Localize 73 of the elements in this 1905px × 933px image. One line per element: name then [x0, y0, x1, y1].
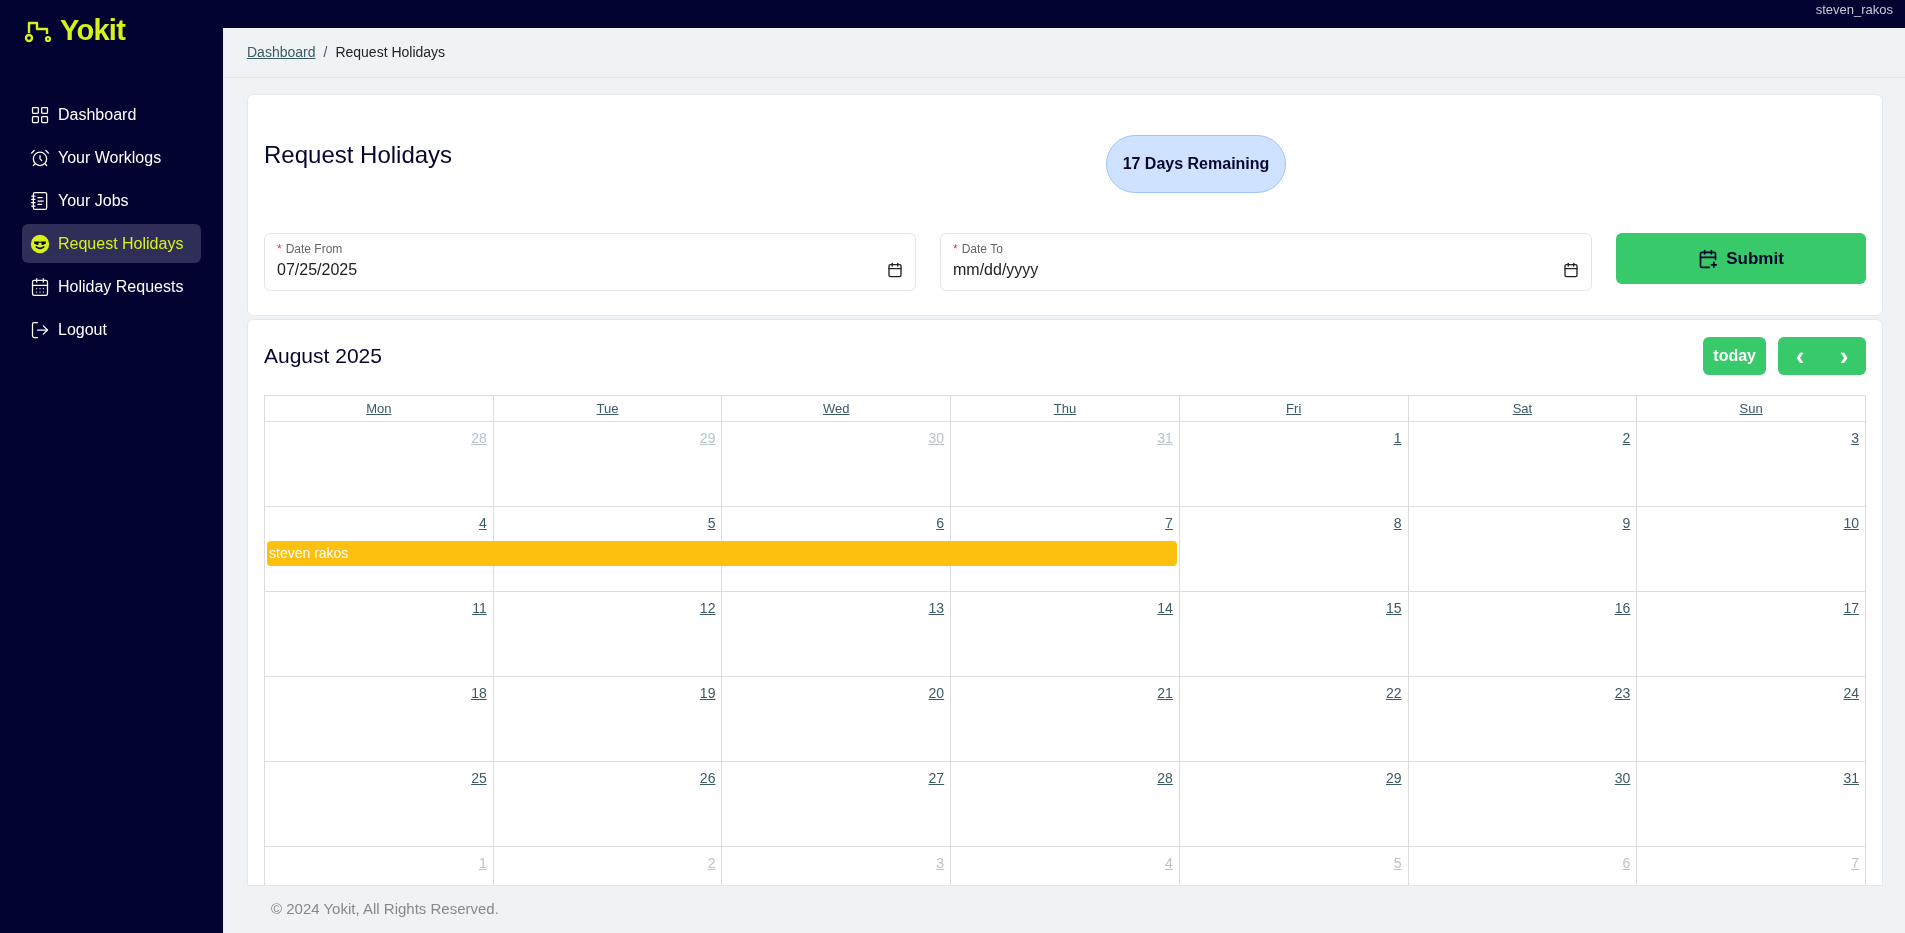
- brand-name: Yokit: [60, 16, 126, 45]
- day-number[interactable]: 20: [928, 683, 945, 704]
- day-number[interactable]: 11: [472, 598, 487, 619]
- date-input[interactable]: 07/25/2025: [277, 258, 477, 282]
- day-number[interactable]: 29: [1386, 768, 1402, 789]
- day-number[interactable]: 18: [471, 683, 487, 704]
- sidebar-item[interactable]: Your Worklogs: [22, 138, 201, 177]
- breadcrumb-link[interactable]: Dashboard: [247, 42, 316, 63]
- day-number[interactable]: 17: [1843, 598, 1859, 619]
- day-number[interactable]: 31: [1843, 768, 1859, 789]
- day-number[interactable]: 10: [1843, 513, 1859, 534]
- day-number[interactable]: 14: [1157, 598, 1173, 619]
- sidebar-item[interactable]: Dashboard: [22, 95, 201, 134]
- footer-text: © 2024 Yokit, All Rights Reserved.: [270, 899, 500, 920]
- page-title: Request Holidays: [264, 140, 454, 170]
- weekday-header[interactable]: Tue: [596, 398, 619, 419]
- day-number[interactable]: 25: [471, 768, 487, 789]
- day-number[interactable]: 1: [1393, 428, 1402, 449]
- day-number[interactable]: 22: [1386, 683, 1402, 704]
- weekday-header[interactable]: Fri: [1286, 398, 1302, 419]
- required-asterisk: *: [277, 241, 282, 258]
- calendar-plus-icon: [1698, 248, 1719, 269]
- day-number[interactable]: 5: [707, 513, 716, 534]
- day-number[interactable]: 21: [1157, 683, 1173, 704]
- day-number[interactable]: 8: [1393, 513, 1402, 534]
- day-number[interactable]: 23: [1614, 683, 1631, 704]
- weekday-header[interactable]: Mon: [366, 398, 392, 419]
- date-field[interactable]: * Date From 07/25/2025: [264, 233, 916, 291]
- day-number[interactable]: 7: [1165, 513, 1173, 534]
- date-field[interactable]: * Date To mm/dd/yyyy: [940, 233, 1592, 291]
- sidebar-item[interactable]: Your Jobs: [22, 181, 201, 220]
- sunglasses-smiley-icon: [30, 233, 50, 254]
- username: steven_rakos: [1815, 1, 1893, 19]
- logout-icon: [30, 319, 50, 340]
- day-number[interactable]: 30: [1614, 768, 1631, 789]
- event-title: steven rakos: [269, 544, 349, 563]
- day-number[interactable]: 4: [478, 513, 487, 534]
- day-number[interactable]: 3: [1851, 428, 1859, 449]
- alarm-clock-icon: [30, 147, 50, 168]
- date-input[interactable]: mm/dd/yyyy: [953, 258, 1153, 282]
- day-number[interactable]: 12: [699, 598, 716, 619]
- weekday-header[interactable]: Sun: [1739, 398, 1763, 419]
- day-number[interactable]: 27: [928, 768, 945, 789]
- day-number[interactable]: 16: [1614, 598, 1631, 619]
- notebook-icon: [30, 190, 50, 211]
- day-number[interactable]: 26: [699, 768, 716, 789]
- day-number[interactable]: 13: [928, 598, 945, 619]
- submit-button[interactable]: Submit: [1616, 233, 1866, 284]
- day-number[interactable]: 15: [1386, 598, 1402, 619]
- day-number[interactable]: 6: [936, 513, 945, 534]
- day-number[interactable]: 28: [1157, 768, 1173, 789]
- field-label: Date From: [285, 241, 343, 258]
- calendar-icon[interactable]: [1563, 262, 1579, 278]
- calendar-icon[interactable]: [887, 262, 903, 278]
- weekday-header[interactable]: Wed: [823, 398, 850, 419]
- weekday-header[interactable]: Thu: [1053, 398, 1077, 419]
- day-number[interactable]: 19: [699, 683, 716, 704]
- event-bar[interactable]: [951, 541, 1177, 566]
- required-asterisk: *: [953, 241, 958, 258]
- breadcrumb-separator: /: [323, 43, 328, 62]
- calendar-title: August 2025: [264, 343, 382, 370]
- day-number[interactable]: 2: [1622, 428, 1631, 449]
- days-remaining-badge: 17 Days Remaining: [1105, 135, 1287, 193]
- weekday-header[interactable]: Sat: [1512, 398, 1533, 419]
- sidebar-item[interactable]: Holiday Requests: [22, 267, 201, 306]
- sidebar-item[interactable]: Request Holidays: [22, 224, 201, 263]
- sidebar-item[interactable]: Logout: [22, 310, 201, 349]
- calendar-icon: [30, 276, 50, 297]
- field-label: Date To: [961, 241, 1003, 258]
- day-number[interactable]: 24: [1843, 683, 1859, 704]
- day-number[interactable]: 9: [1622, 513, 1631, 534]
- grid-icon: [30, 104, 50, 125]
- breadcrumb-current: Request Holidays: [335, 43, 446, 62]
